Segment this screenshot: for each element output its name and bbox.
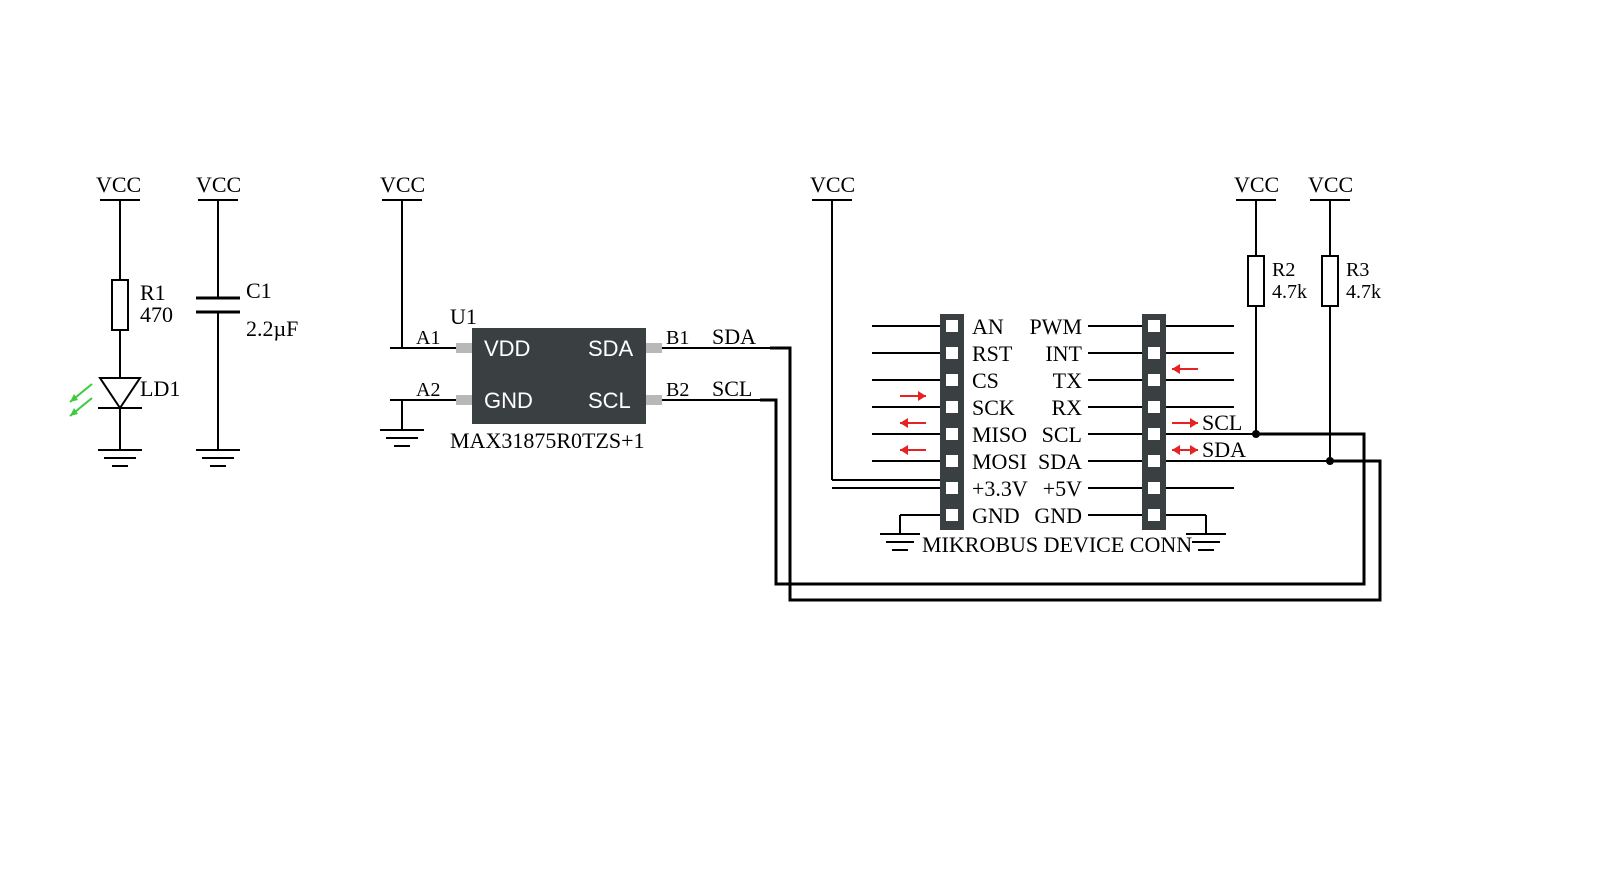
mb-left-0: AN: [972, 314, 1004, 339]
mb-right-2: TX: [1053, 368, 1082, 393]
u1-vdd: VDD: [484, 336, 530, 361]
ld1-symbol: [70, 378, 142, 416]
r3-ref: R3: [1346, 259, 1369, 281]
c1-ref: C1: [246, 278, 272, 303]
u1-b1: B1: [666, 327, 689, 349]
u1-b2: B2: [666, 379, 689, 401]
schematic-canvas: VCC R1 470 LD1 VCC C1 2.2µF: [0, 0, 1599, 871]
block-c1: VCC C1 2.2µF: [196, 172, 298, 466]
vcc-label-mb: VCC: [810, 172, 855, 197]
mb-right-1: INT: [1045, 341, 1082, 366]
net-scl-2: SCL: [1202, 410, 1242, 435]
mb-right-4: SCL: [1042, 422, 1082, 447]
block-r3: VCC R3 4.7k: [1308, 172, 1381, 461]
net-scl-1: SCL: [712, 376, 752, 401]
mb-left-4: MISO: [972, 422, 1027, 447]
mikrobus-title: MIKROBUS DEVICE CONN: [922, 532, 1192, 557]
vcc-label-u1: VCC: [380, 172, 425, 197]
u1-scl: SCL: [588, 388, 631, 413]
mb-right-5: SDA: [1038, 449, 1082, 474]
u1-a2: A2: [416, 379, 440, 401]
mb-right-6: +5V: [1043, 476, 1082, 501]
mb-left-2: CS: [972, 368, 999, 393]
block-r2: VCC R2 4.7k: [1234, 172, 1307, 434]
r3-val: 4.7k: [1346, 281, 1381, 303]
mb-left-3: SCK: [972, 395, 1015, 420]
r2-ref: R2: [1272, 259, 1295, 281]
u1-gnd: GND: [484, 388, 533, 413]
net-sda-2: SDA: [1202, 437, 1246, 462]
r1-val: 470: [140, 302, 173, 327]
r2-val: 4.7k: [1272, 281, 1307, 303]
u1-a1: A1: [416, 327, 440, 349]
mb-right-7: GND: [1034, 503, 1082, 528]
mb-right-3: RX: [1051, 395, 1082, 420]
mb-left-5: MOSI: [972, 449, 1027, 474]
c1-val: 2.2µF: [246, 316, 298, 341]
net-sda-1: SDA: [712, 324, 756, 349]
mb-left-1: RST: [972, 341, 1013, 366]
vcc-label-r2: VCC: [1234, 172, 1279, 197]
mb-right-0: PWM: [1029, 314, 1082, 339]
mikrobus-right: PWM INT TX RX SCL SDA +5V GND: [1029, 314, 1334, 550]
vcc-label: VCC: [96, 172, 141, 197]
ld1-ref: LD1: [140, 376, 180, 401]
block-u1: VCC U1 MAX31875R0TZS+1 A1 A2 B1 B2 VDD G…: [380, 172, 770, 453]
block-r1-ld1: VCC R1 470 LD1: [70, 172, 180, 466]
mb-left-6: +3.3V: [972, 476, 1028, 501]
mb-left-7: GND: [972, 503, 1020, 528]
mikrobus-left: AN RST CS SCK MISO MOSI +3.3V GND: [832, 314, 1028, 550]
u1-sda: SDA: [588, 336, 634, 361]
dir-arrows-right: [1172, 364, 1198, 455]
vcc-label-c1: VCC: [196, 172, 241, 197]
u1-part: MAX31875R0TZS+1: [450, 428, 645, 453]
vcc-label-r3: VCC: [1308, 172, 1353, 197]
dir-arrows-left: [900, 391, 926, 455]
u1-ref: U1: [450, 304, 477, 329]
